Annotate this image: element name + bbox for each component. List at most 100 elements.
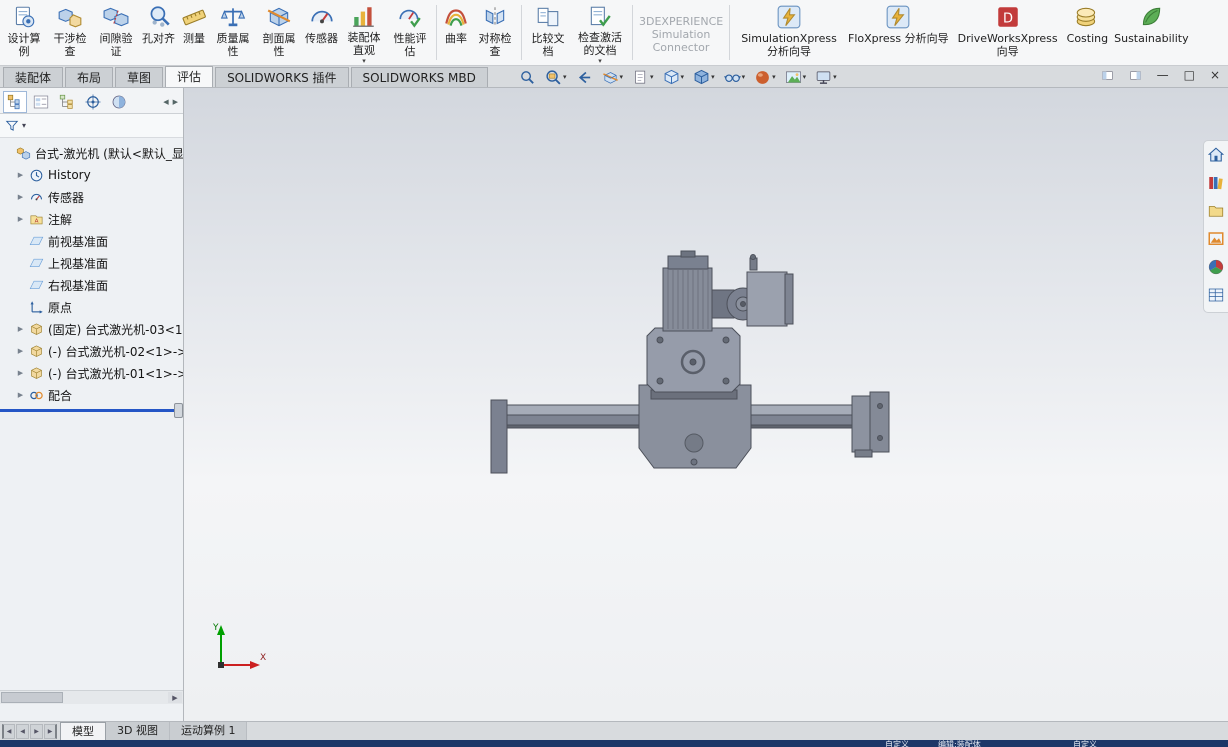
featuremanager-tree-tab[interactable] <box>3 91 27 113</box>
tree-item-component-02[interactable]: ▶(-) 台式激光机-02<1>->? <box>0 340 183 362</box>
dock-pane-icon[interactable] <box>1101 69 1114 82</box>
disp-ball-icon <box>110 93 128 111</box>
expander-icon[interactable]: ▶ <box>16 193 25 201</box>
edit-appearance-button[interactable]: ▾ <box>752 68 778 87</box>
ribbon-item-clearance-verification[interactable]: 间隙验证 <box>93 0 139 65</box>
expander-icon[interactable]: ▶ <box>16 347 25 355</box>
ribbon-item-floxpress-wizard[interactable]: FloXpress 分析向导 <box>845 0 952 65</box>
ribbon-item-label: FloXpress 分析向导 <box>848 32 949 45</box>
graphics-area[interactable]: Y X <box>184 88 1228 721</box>
displaymanager-tab[interactable] <box>107 91 131 113</box>
tree-item-right-plane[interactable]: 右视基准面 <box>0 274 183 296</box>
apply-scene-button[interactable]: ▾ <box>783 68 809 87</box>
ribbon-item-compare-documents[interactable]: 比较文档 <box>525 0 571 65</box>
tree-item-front-plane[interactable]: 前视基准面 <box>0 230 183 252</box>
ribbon-item-sustainability[interactable]: Sustainability <box>1111 0 1191 65</box>
bottom-tab-motion-study-1[interactable]: 运动算例 1 <box>170 722 248 740</box>
dimxpertmanager-tab[interactable] <box>81 91 105 113</box>
design-library-button[interactable] <box>1207 174 1225 195</box>
ribbon-item-costing[interactable]: Costing <box>1064 0 1111 65</box>
tree-item-label: 传感器 <box>48 189 84 206</box>
propertymanager-tab[interactable] <box>29 91 53 113</box>
expander-icon[interactable]: ▶ <box>16 215 25 223</box>
tree-item-component-01[interactable]: ▶(-) 台式激光机-01<1>->? <box>0 362 183 384</box>
bottom-tab-3d-views[interactable]: 3D 视图 <box>106 722 170 740</box>
close-button[interactable]: × <box>1210 68 1220 82</box>
tree-item-annotations[interactable]: ▶A注解 <box>0 208 183 230</box>
ribbon-item-measure[interactable]: 测量 <box>178 0 210 65</box>
scroll-next-icon[interactable]: ▶ <box>30 724 43 739</box>
expander-icon[interactable]: ▶ <box>16 325 25 333</box>
hide-show-items-button[interactable]: ▾ <box>722 68 748 87</box>
tab-solidworks-addins[interactable]: SOLIDWORKS 插件 <box>215 67 348 87</box>
ribbon-item-simulationxpress-wizard[interactable]: SimulationXpress 分析向导 <box>733 0 845 65</box>
tab-evaluate[interactable]: 评估 <box>165 66 213 87</box>
dropdown-caret-icon: ▾ <box>620 73 624 81</box>
rollback-bar[interactable] <box>0 409 183 412</box>
panel-horizontal-scrollbar[interactable]: ▶ <box>0 690 183 704</box>
ribbon-item-check-active-document[interactable]: 检查激活的文档▾ <box>571 0 629 65</box>
bottom-tab-model[interactable]: 模型 <box>60 722 106 740</box>
ribbon-item-design-study[interactable]: 设计算例 <box>1 0 47 65</box>
ribbon-item-symmetry-check[interactable]: 对称检查 <box>472 0 518 65</box>
dropdown-caret-icon: ▾ <box>803 73 807 81</box>
custom-properties-button[interactable] <box>1207 286 1225 307</box>
file-explorer-button[interactable] <box>1207 202 1225 223</box>
tree-item-history[interactable]: ▶History <box>0 164 183 186</box>
gauge-icon <box>309 3 335 31</box>
tree-item-sensors[interactable]: ▶ 传感器 <box>0 186 183 208</box>
rollback-handle[interactable] <box>174 403 183 418</box>
scroll-first-icon[interactable]: ◀ <box>2 724 15 739</box>
view-orientation-button[interactable]: ▾ <box>661 68 687 87</box>
scroll-last-icon[interactable]: ▶ <box>44 724 57 739</box>
restore-button[interactable]: □ <box>1184 68 1195 82</box>
configurationmanager-tab[interactable] <box>55 91 79 113</box>
expand-pane-icon[interactable] <box>1129 69 1142 82</box>
ribbon-item-interference-detection[interactable]: 干涉检查 <box>47 0 93 65</box>
zoom-to-fit-button[interactable] <box>517 68 538 87</box>
tree-item-mates[interactable]: ▶配合 <box>0 384 183 406</box>
scroll-right-icon[interactable]: ▶ <box>173 98 178 106</box>
ribbon-item-hole-alignment[interactable]: 孔对齐 <box>139 0 178 65</box>
view-palette-button[interactable] <box>1207 230 1225 251</box>
dropdown-caret-icon: ▾ <box>598 58 602 65</box>
tab-solidworks-mbd[interactable]: SOLIDWORKS MBD <box>351 67 488 87</box>
tree-item-root[interactable]: 台式-激光机 (默认<默认_显示 <box>0 142 183 164</box>
ribbon-item-sensors[interactable]: 传感器 <box>302 0 341 65</box>
solidworks-resources-button[interactable] <box>1207 146 1225 167</box>
part-icon <box>29 366 44 381</box>
zoom-to-area-button[interactable]: ▾ <box>543 68 569 87</box>
expander-icon[interactable]: ▶ <box>16 391 25 399</box>
model-3d-laser-machine[interactable] <box>484 250 894 482</box>
scrollbar-right-arrow-icon[interactable]: ▶ <box>168 692 182 703</box>
tree-item-top-plane[interactable]: 上视基准面 <box>0 252 183 274</box>
ribbon-item-driveworksxpress-wizard[interactable]: DDriveWorksXpress 向导 <box>952 0 1064 65</box>
command-tabs: 装配体布局草图评估SOLIDWORKS 插件SOLIDWORKS MBD <box>0 66 488 87</box>
ribbon-item-mass-properties[interactable]: 质量属性 <box>210 0 256 65</box>
filter-caret-icon[interactable]: ▾ <box>22 121 26 130</box>
filter-funnel-icon[interactable] <box>5 119 19 133</box>
tree-item-origin[interactable]: 原点 <box>0 296 183 318</box>
scroll-left-icon[interactable]: ◀ <box>163 98 168 106</box>
ribbon-item-curvature[interactable]: 曲率 <box>440 0 472 65</box>
previous-view-button[interactable] <box>574 68 595 87</box>
featuremanager-panel: ◀▶ ▾ 台式-激光机 (默认<默认_显示▶History▶传感器▶A注解前视基… <box>0 88 184 721</box>
tab-assembly[interactable]: 装配体 <box>3 67 63 87</box>
orientation-triad: Y X <box>210 620 270 676</box>
display-style-button[interactable]: ▾ <box>691 68 717 87</box>
scrollbar-thumb[interactable] <box>1 692 63 703</box>
scroll-previous-icon[interactable]: ◀ <box>16 724 29 739</box>
ribbon-item-assembly-visualization[interactable]: 装配体直观▾ <box>341 0 387 65</box>
tab-sketch[interactable]: 草图 <box>115 67 163 87</box>
ribbon-item-section-properties[interactable]: 剖面属性 <box>256 0 302 65</box>
tree-item-component-03[interactable]: ▶(固定) 台式激光机-03<1> <box>0 318 183 340</box>
section-view-button[interactable]: ▾ <box>600 68 626 87</box>
appearances-scenes-button[interactable] <box>1207 258 1225 279</box>
expander-icon[interactable]: ▶ <box>16 171 25 179</box>
expander-icon[interactable]: ▶ <box>16 369 25 377</box>
tab-layout[interactable]: 布局 <box>65 67 113 87</box>
minimize-button[interactable]: — <box>1157 68 1169 82</box>
ribbon-item-performance-evaluation[interactable]: 性能评估 <box>387 0 433 65</box>
view-settings-button[interactable]: ▾ <box>813 68 839 87</box>
annotation-view-button[interactable]: ▾ <box>630 68 656 87</box>
